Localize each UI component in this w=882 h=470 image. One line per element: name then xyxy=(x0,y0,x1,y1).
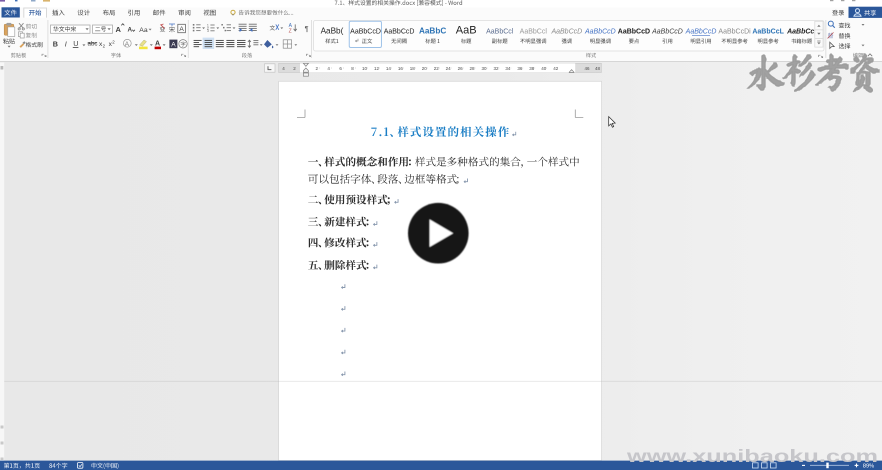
svg-text:U: U xyxy=(73,39,78,48)
svg-text:AaBbCcl: AaBbCcl xyxy=(486,29,514,36)
svg-text:18: 18 xyxy=(410,66,416,71)
svg-text:AaBbCcD: AaBbCcD xyxy=(651,29,683,36)
svg-text:16: 16 xyxy=(398,66,404,71)
svg-text:AaBbCcl: AaBbCcl xyxy=(520,29,548,36)
svg-text:46: 46 xyxy=(584,66,590,71)
svg-text:AaBbCcD: AaBbCcD xyxy=(618,29,650,36)
svg-text:Z: Z xyxy=(289,28,292,34)
svg-text:AaBbCcDi: AaBbCcDi xyxy=(718,29,751,36)
svg-text:32: 32 xyxy=(493,66,499,71)
svg-text:38: 38 xyxy=(529,66,535,71)
svg-text:A: A xyxy=(128,27,133,34)
svg-text:26: 26 xyxy=(458,66,464,71)
svg-text:AaBbCcL: AaBbCcL xyxy=(752,29,784,36)
svg-text:www.xunibaoku.com: www.xunibaoku.com xyxy=(626,446,878,466)
svg-text:A: A xyxy=(155,41,160,48)
svg-text:10: 10 xyxy=(362,66,368,71)
svg-text:48: 48 xyxy=(595,66,601,71)
svg-text:A: A xyxy=(125,41,130,48)
svg-text:40: 40 xyxy=(541,66,547,71)
svg-text:14: 14 xyxy=(386,66,392,71)
svg-text:AaBbCcD: AaBbCcD xyxy=(550,29,582,36)
svg-text:20: 20 xyxy=(422,66,428,71)
svg-text:34: 34 xyxy=(505,66,511,71)
svg-text:abc: abc xyxy=(88,41,98,48)
svg-text:AaBbCcD: AaBbCcD xyxy=(685,29,717,36)
svg-text:3: 3 xyxy=(207,29,209,33)
svg-text:AaBbCcD: AaBbCcD xyxy=(350,29,381,36)
svg-text:AaB: AaB xyxy=(456,25,477,37)
svg-text:¶: ¶ xyxy=(305,24,309,33)
svg-text:AaBbCcD: AaBbCcD xyxy=(584,29,616,36)
svg-text:30: 30 xyxy=(481,66,487,71)
svg-text:Aa: Aa xyxy=(139,27,148,34)
svg-text:36: 36 xyxy=(517,66,523,71)
svg-text:28: 28 xyxy=(470,66,476,71)
svg-text:A: A xyxy=(179,26,184,33)
svg-text:24: 24 xyxy=(446,66,452,71)
svg-text:42: 42 xyxy=(553,66,559,71)
svg-text:A: A xyxy=(116,25,122,34)
svg-text:AaBbCcl: AaBbCcl xyxy=(786,29,817,36)
svg-text:B: B xyxy=(53,39,58,48)
svg-text:22: 22 xyxy=(434,66,440,71)
svg-text:12: 12 xyxy=(374,66,380,71)
svg-text:AaBbCcD: AaBbCcD xyxy=(384,29,415,36)
svg-text:AaBb(: AaBb( xyxy=(321,27,344,36)
svg-text:I: I xyxy=(65,39,67,48)
svg-text:A: A xyxy=(171,41,176,48)
svg-text:AaBbC: AaBbC xyxy=(419,27,446,36)
